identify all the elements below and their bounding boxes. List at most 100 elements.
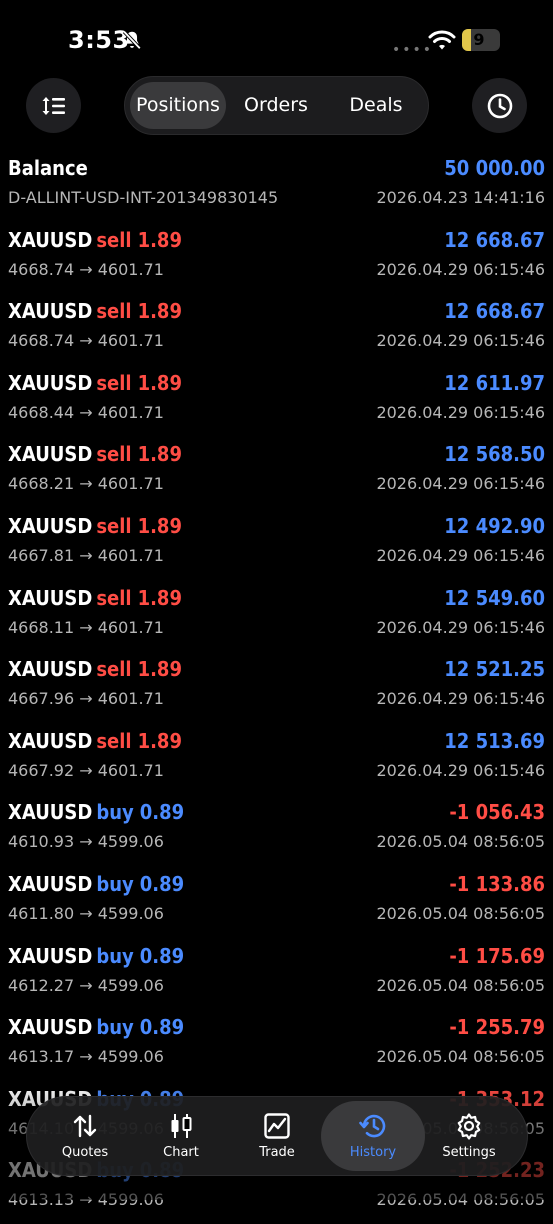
deal-title: XAUUSD sell 1.89 <box>8 657 182 681</box>
deal-volume: 0.89 <box>139 943 185 968</box>
deal-profit: 12 568.50 <box>444 442 545 467</box>
deal-symbol: XAUUSD <box>8 513 93 538</box>
history-period-button[interactable] <box>472 78 527 133</box>
tab-trade[interactable]: Trade <box>229 1097 325 1175</box>
tab-deals[interactable]: Deals <box>328 82 424 129</box>
deal-profit: -1 056.43 <box>449 800 545 825</box>
deal-side: sell <box>96 370 132 395</box>
deal-row[interactable]: XAUUSD buy 0.89 -1 255.79 4613.17 → 4599.06 2… <box>0 1009 553 1081</box>
deal-row[interactable]: XAUUSD sell 1.89 12 521.25 4667.96 → 4601.71… <box>0 651 553 723</box>
deal-side: buy <box>96 871 134 896</box>
deal-title: XAUUSD sell 1.89 <box>8 371 182 395</box>
deal-side: sell <box>96 585 132 610</box>
deal-title: XAUUSD sell 1.89 <box>8 442 182 466</box>
tab-history[interactable]: History <box>321 1097 425 1175</box>
deal-row[interactable]: XAUUSD buy 0.89 -1 175.69 4612.27 → 4599.06 2… <box>0 938 553 1010</box>
deal-profit: 12 513.69 <box>444 728 545 753</box>
deal-title: XAUUSD sell 1.89 <box>8 514 182 538</box>
deal-volume: 1.89 <box>137 227 182 252</box>
tab-quotes[interactable]: Quotes <box>37 1097 133 1175</box>
tab-chart[interactable]: Chart <box>133 1097 229 1175</box>
deal-prices: 4668.11 → 4601.71 <box>8 617 164 637</box>
deal-datetime: 2026.04.29 06:15:46 <box>376 474 545 494</box>
battery-level: 9 <box>473 30 485 49</box>
deal-prices: 4667.92 → 4601.71 <box>8 760 164 780</box>
deal-row[interactable]: XAUUSD buy 0.89 -1 056.43 4610.93 → 4599.06 2… <box>0 794 553 866</box>
signal-icon: •••• <box>392 42 434 58</box>
chart-icon <box>171 1114 192 1138</box>
deal-symbol: XAUUSD <box>8 657 93 682</box>
view-segmented-control: Positions Orders Deals <box>124 76 429 135</box>
trade-icon <box>264 1113 290 1139</box>
deal-title: XAUUSDbuy0.89 <box>8 1015 184 1039</box>
clock-icon <box>487 93 512 118</box>
balance-row[interactable]: Balance 50 000.00 D-ALLINT-USD-INT-20134… <box>0 150 553 222</box>
deal-prices: 4667.96 → 4601.71 <box>8 689 164 709</box>
deal-datetime: 2026.05.04 08:56:05 <box>376 903 545 923</box>
tab-orders[interactable]: Orders <box>228 82 324 129</box>
deal-title: XAUUSD sell 1.89 <box>8 586 182 610</box>
deal-symbol: XAUUSD <box>8 299 93 324</box>
account-id: D-ALLINT-USD-INT-201349830145 <box>8 188 279 207</box>
deal-row[interactable]: XAUUSD sell 1.89 12 568.50 4668.21 → 4601.71… <box>0 436 553 508</box>
deal-profit: -1 175.69 <box>449 943 545 968</box>
deal-side: sell <box>96 657 132 682</box>
history-list: Balance 50 000.00 D-ALLINT-USD-INT-20134… <box>0 150 553 1224</box>
tab-settings-label: Settings <box>442 1145 496 1160</box>
deal-prices: 4610.93 → 4599.06 <box>8 832 164 852</box>
deal-side: sell <box>96 728 132 753</box>
deal-volume: 1.89 <box>137 299 182 324</box>
deal-side: sell <box>96 299 132 324</box>
deal-side: buy <box>96 1015 134 1040</box>
gear-icon <box>457 1113 481 1140</box>
deal-profit: 12 492.90 <box>444 513 545 538</box>
deal-symbol: XAUUSD <box>8 442 93 467</box>
deal-symbol: XAUUSD <box>8 1015 93 1040</box>
deal-volume: 1.89 <box>137 513 182 538</box>
deal-datetime: 2026.05.04 08:56:05 <box>376 975 545 995</box>
balance-label: Balance <box>8 156 88 180</box>
deal-side: sell <box>96 442 132 467</box>
tab-history-label: History <box>349 1145 397 1160</box>
deal-symbol: XAUUSD <box>8 943 93 968</box>
deal-side: buy <box>96 800 134 825</box>
deal-prices: 4668.21 → 4601.71 <box>8 474 164 494</box>
deal-datetime: 2026.04.29 06:15:46 <box>376 402 545 422</box>
deal-side: sell <box>96 227 132 252</box>
deal-row[interactable]: XAUUSD sell 1.89 12 492.90 4667.81 → 4601.71… <box>0 508 553 580</box>
deal-prices: 4613.17 → 4599.06 <box>8 1047 164 1067</box>
deal-symbol: XAUUSD <box>8 871 93 896</box>
deal-profit: 12 549.60 <box>444 585 545 610</box>
deal-volume: 0.89 <box>139 1015 185 1040</box>
deal-row[interactable]: XAUUSD sell 1.89 12 549.60 4668.11 → 4601.71… <box>0 580 553 652</box>
deal-row[interactable]: XAUUSD sell 1.89 12 513.69 4667.92 → 4601.71… <box>0 723 553 795</box>
deal-volume: 1.89 <box>137 728 182 753</box>
quotes-icon <box>73 1114 97 1138</box>
tab-positions[interactable]: Positions <box>130 82 226 129</box>
tab-trade-label: Trade <box>259 1145 295 1160</box>
deal-datetime: 2026.05.04 08:56:05 <box>376 832 545 852</box>
deal-side: sell <box>96 513 132 538</box>
deal-row[interactable]: XAUUSD sell 1.89 12 611.97 4668.44 → 4601.71… <box>0 365 553 437</box>
deal-row[interactable]: XAUUSD buy 0.89 -1 133.86 4611.80 → 4599.06 2… <box>0 866 553 938</box>
status-bar: 3:53 •••• 9 <box>0 0 553 80</box>
deal-row[interactable]: XAUUSD sell 1.89 12 668.67 4668.74 → 4601.71… <box>0 293 553 365</box>
deal-title: XAUUSDbuy0.89 <box>8 872 184 896</box>
battery-icon: 9 <box>462 29 500 51</box>
tab-chart-label: Chart <box>163 1145 199 1160</box>
deal-title: XAUUSD sell 1.89 <box>8 299 182 323</box>
deal-title: XAUUSD sell 1.89 <box>8 729 182 753</box>
deal-symbol: XAUUSD <box>8 800 93 825</box>
deal-profit: 12 668.67 <box>444 227 545 252</box>
deal-datetime: 2026.04.29 06:15:46 <box>376 689 545 709</box>
deal-prices: 4668.74 → 4601.71 <box>8 331 164 351</box>
sort-button[interactable] <box>26 78 81 133</box>
deal-symbol: XAUUSD <box>8 585 93 610</box>
deal-volume: 1.89 <box>137 370 182 395</box>
deal-prices: 4611.80 → 4599.06 <box>8 903 164 923</box>
deal-row[interactable]: XAUUSD sell 1.89 12 668.67 4668.74 → 4601.71… <box>0 222 553 294</box>
deal-prices: 4667.81 → 4601.71 <box>8 545 164 565</box>
deal-volume: 1.89 <box>137 442 182 467</box>
deal-symbol: XAUUSD <box>8 728 93 753</box>
tab-settings[interactable]: Settings <box>421 1097 517 1175</box>
